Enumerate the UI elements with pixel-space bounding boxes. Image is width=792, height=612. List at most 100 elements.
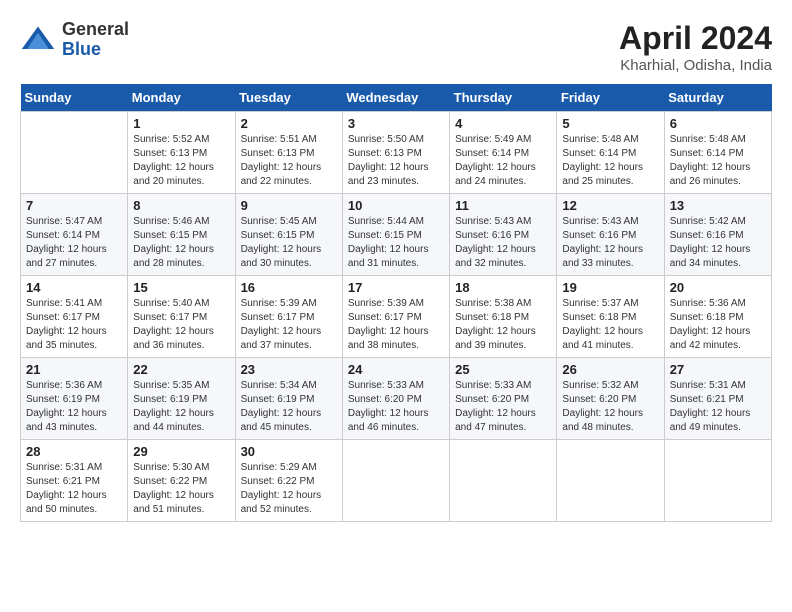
day-number: 20 <box>670 280 766 295</box>
day-number: 25 <box>455 362 551 377</box>
day-header-saturday: Saturday <box>664 84 771 112</box>
day-number: 16 <box>241 280 337 295</box>
calendar-cell: 6 Sunrise: 5:48 AMSunset: 6:14 PMDaylight… <box>664 112 771 194</box>
day-info: Sunrise: 5:31 AMSunset: 6:21 PMDaylight:… <box>670 379 766 435</box>
day-info: Sunrise: 5:45 AMSunset: 6:15 PMDaylight:… <box>241 215 337 271</box>
day-number: 3 <box>348 116 444 131</box>
calendar-cell: 3 Sunrise: 5:50 AMSunset: 6:13 PMDaylight… <box>342 112 449 194</box>
logo: General Blue <box>20 20 129 60</box>
day-number: 13 <box>670 198 766 213</box>
calendar-cell: 13 Sunrise: 5:42 AMSunset: 6:16 PMDayligh… <box>664 194 771 276</box>
calendar-cell: 15 Sunrise: 5:40 AMSunset: 6:17 PMDayligh… <box>128 276 235 358</box>
day-header-tuesday: Tuesday <box>235 84 342 112</box>
calendar-cell: 29Sunrise: 5:30 AMSunset: 6:22 PMDayligh… <box>128 440 235 522</box>
day-number: 1 <box>133 116 229 131</box>
day-number: 24 <box>348 362 444 377</box>
title-area: April 2024 Kharhial, Odisha, India <box>619 20 772 74</box>
day-info: Sunrise: 5:30 AMSunset: 6:22 PMDaylight:… <box>133 461 229 517</box>
day-number: 30 <box>241 444 337 459</box>
day-number: 18 <box>455 280 551 295</box>
calendar-cell: 1Sunrise: 5:52 AMSunset: 6:13 PMDaylight… <box>128 112 235 194</box>
day-number: 7 <box>26 198 122 213</box>
day-info: Sunrise: 5:50 AMSunset: 6:13 PMDaylight:… <box>348 133 444 189</box>
logo-blue-text: Blue <box>62 39 101 59</box>
calendar-header-row: SundayMondayTuesdayWednesdayThursdayFrid… <box>21 84 772 112</box>
day-info: Sunrise: 5:49 AMSunset: 6:14 PMDaylight:… <box>455 133 551 189</box>
calendar-cell: 16 Sunrise: 5:39 AMSunset: 6:17 PMDayligh… <box>235 276 342 358</box>
calendar-week-row: 1Sunrise: 5:52 AMSunset: 6:13 PMDaylight… <box>21 112 772 194</box>
calendar-cell: 4 Sunrise: 5:49 AMSunset: 6:14 PMDaylight… <box>450 112 557 194</box>
day-info: Sunrise: 5:35 AMSunset: 6:19 PMDaylight:… <box>133 379 229 435</box>
day-info: Sunrise: 5:33 AMSunset: 6:20 PMDaylight:… <box>348 379 444 435</box>
calendar-cell <box>557 440 664 522</box>
calendar-cell: 25 Sunrise: 5:33 AMSunset: 6:20 PMDayligh… <box>450 358 557 440</box>
calendar-cell: 9 Sunrise: 5:45 AMSunset: 6:15 PMDaylight… <box>235 194 342 276</box>
day-number: 23 <box>241 362 337 377</box>
day-number: 21 <box>26 362 122 377</box>
calendar-cell: 18 Sunrise: 5:38 AMSunset: 6:18 PMDayligh… <box>450 276 557 358</box>
calendar-cell: 26 Sunrise: 5:32 AMSunset: 6:20 PMDayligh… <box>557 358 664 440</box>
day-number: 5 <box>562 116 658 131</box>
calendar-cell: 7Sunrise: 5:47 AMSunset: 6:14 PMDaylight… <box>21 194 128 276</box>
day-info: Sunrise: 5:42 AMSunset: 6:16 PMDaylight:… <box>670 215 766 271</box>
day-info: Sunrise: 5:38 AMSunset: 6:18 PMDaylight:… <box>455 297 551 353</box>
day-number: 6 <box>670 116 766 131</box>
day-info: Sunrise: 5:51 AMSunset: 6:13 PMDaylight:… <box>241 133 337 189</box>
day-number: 19 <box>562 280 658 295</box>
day-info: Sunrise: 5:43 AMSunset: 6:16 PMDaylight:… <box>455 215 551 271</box>
day-number: 2 <box>241 116 337 131</box>
day-number: 22 <box>133 362 229 377</box>
day-number: 27 <box>670 362 766 377</box>
calendar-cell: 24 Sunrise: 5:33 AMSunset: 6:20 PMDayligh… <box>342 358 449 440</box>
day-number: 26 <box>562 362 658 377</box>
calendar-cell: 2 Sunrise: 5:51 AMSunset: 6:13 PMDaylight… <box>235 112 342 194</box>
calendar-cell: 21Sunrise: 5:36 AMSunset: 6:19 PMDayligh… <box>21 358 128 440</box>
calendar-table: SundayMondayTuesdayWednesdayThursdayFrid… <box>20 84 772 522</box>
day-info: Sunrise: 5:31 AMSunset: 6:21 PMDaylight:… <box>26 461 122 517</box>
day-info: Sunrise: 5:44 AMSunset: 6:15 PMDaylight:… <box>348 215 444 271</box>
calendar-cell: 11 Sunrise: 5:43 AMSunset: 6:16 PMDayligh… <box>450 194 557 276</box>
calendar-cell: 19Sunrise: 5:37 AMSunset: 6:18 PMDayligh… <box>557 276 664 358</box>
day-number: 14 <box>26 280 122 295</box>
calendar-week-row: 14Sunrise: 5:41 AMSunset: 6:17 PMDayligh… <box>21 276 772 358</box>
day-header-friday: Friday <box>557 84 664 112</box>
calendar-cell: 12Sunrise: 5:43 AMSunset: 6:16 PMDayligh… <box>557 194 664 276</box>
calendar-cell <box>664 440 771 522</box>
calendar-cell <box>21 112 128 194</box>
day-number: 10 <box>348 198 444 213</box>
calendar-cell: 8Sunrise: 5:46 AMSunset: 6:15 PMDaylight… <box>128 194 235 276</box>
calendar-cell <box>342 440 449 522</box>
calendar-cell: 28 Sunrise: 5:31 AMSunset: 6:21 PMDayligh… <box>21 440 128 522</box>
day-info: Sunrise: 5:46 AMSunset: 6:15 PMDaylight:… <box>133 215 229 271</box>
calendar-week-row: 7Sunrise: 5:47 AMSunset: 6:14 PMDaylight… <box>21 194 772 276</box>
day-number: 15 <box>133 280 229 295</box>
calendar-cell <box>450 440 557 522</box>
day-number: 4 <box>455 116 551 131</box>
day-info: Sunrise: 5:29 AMSunset: 6:22 PMDaylight:… <box>241 461 337 517</box>
day-info: Sunrise: 5:33 AMSunset: 6:20 PMDaylight:… <box>455 379 551 435</box>
day-number: 17 <box>348 280 444 295</box>
day-number: 9 <box>241 198 337 213</box>
day-info: Sunrise: 5:39 AMSunset: 6:17 PMDaylight:… <box>348 297 444 353</box>
logo-general-text: General <box>62 19 129 39</box>
calendar-cell: 27 Sunrise: 5:31 AMSunset: 6:21 PMDayligh… <box>664 358 771 440</box>
day-info: Sunrise: 5:39 AMSunset: 6:17 PMDaylight:… <box>241 297 337 353</box>
calendar-cell: 23Sunrise: 5:34 AMSunset: 6:19 PMDayligh… <box>235 358 342 440</box>
day-number: 28 <box>26 444 122 459</box>
logo-icon <box>20 22 56 58</box>
day-info: Sunrise: 5:48 AMSunset: 6:14 PMDaylight:… <box>670 133 766 189</box>
page-header: General Blue April 2024 Kharhial, Odisha… <box>20 20 772 74</box>
calendar-cell: 5Sunrise: 5:48 AMSunset: 6:14 PMDaylight… <box>557 112 664 194</box>
day-header-sunday: Sunday <box>21 84 128 112</box>
calendar-cell: 30 Sunrise: 5:29 AMSunset: 6:22 PMDayligh… <box>235 440 342 522</box>
day-info: Sunrise: 5:32 AMSunset: 6:20 PMDaylight:… <box>562 379 658 435</box>
month-title: April 2024 <box>619 20 772 57</box>
day-info: Sunrise: 5:40 AMSunset: 6:17 PMDaylight:… <box>133 297 229 353</box>
calendar-cell: 10 Sunrise: 5:44 AMSunset: 6:15 PMDayligh… <box>342 194 449 276</box>
calendar-cell: 14Sunrise: 5:41 AMSunset: 6:17 PMDayligh… <box>21 276 128 358</box>
calendar-week-row: 21Sunrise: 5:36 AMSunset: 6:19 PMDayligh… <box>21 358 772 440</box>
location: Kharhial, Odisha, India <box>619 57 772 74</box>
day-number: 11 <box>455 198 551 213</box>
calendar-cell: 22 Sunrise: 5:35 AMSunset: 6:19 PMDayligh… <box>128 358 235 440</box>
day-info: Sunrise: 5:36 AMSunset: 6:18 PMDaylight:… <box>670 297 766 353</box>
